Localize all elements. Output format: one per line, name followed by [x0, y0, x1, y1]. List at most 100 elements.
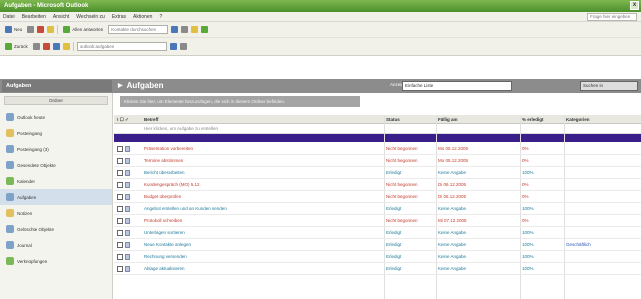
print-icon[interactable]	[27, 26, 35, 33]
folder-search-input[interactable]: Suchen in	[580, 81, 638, 91]
reply-all-button[interactable]: Allen antworten	[61, 25, 105, 35]
nav-item-journal[interactable]: Journal	[0, 237, 112, 253]
task-checkbox[interactable]	[117, 218, 123, 224]
task-row[interactable]: Unterlagen sortieren Erledigt Keine Angabe…	[114, 227, 641, 239]
task-percent-complete[interactable]: 100%	[522, 242, 564, 247]
task-subject[interactable]: Unterlagen sortieren	[144, 230, 382, 235]
task-status[interactable]: Erledigt	[386, 242, 436, 247]
task-percent-complete[interactable]: 100%	[522, 170, 564, 175]
address-field[interactable]: outlook:aufgaben	[76, 42, 167, 51]
menu-file[interactable]: Datei	[3, 14, 15, 20]
contact-search-input[interactable]: Kontakte durchsuchen	[108, 25, 169, 34]
column-due[interactable]: Fällig am	[438, 117, 458, 122]
address-book-icon[interactable]	[171, 26, 179, 33]
column-percent[interactable]: % erledigt	[522, 117, 544, 122]
task-subject[interactable]: Angebot erstellen und an Kunden senden	[144, 206, 382, 211]
task-status[interactable]: Nicht begonnen	[386, 182, 436, 187]
task-percent-complete[interactable]: 0%	[522, 182, 564, 187]
task-subject[interactable]: Rechnung versenden	[144, 254, 382, 259]
help-icon[interactable]	[201, 26, 209, 33]
task-subject[interactable]: Protokoll schreiben	[144, 218, 382, 223]
task-status[interactable]: Nicht begonnen	[386, 158, 436, 163]
task-due-date[interactable]: Keine Angabe	[438, 266, 518, 271]
nav-item-inbox[interactable]: Posteingang	[0, 125, 112, 141]
task-checkbox[interactable]	[117, 230, 123, 236]
stop-icon[interactable]	[42, 43, 50, 50]
menu-actions[interactable]: Aktionen	[133, 14, 152, 20]
task-status[interactable]: Nicht begonnen	[386, 146, 436, 151]
menu-edit[interactable]: Bearbeiten	[22, 14, 46, 20]
task-percent-complete[interactable]: 100%	[522, 254, 564, 259]
task-subject[interactable]: Präsentation vorbereiten	[144, 146, 382, 151]
nav-item-calendar[interactable]: Kalender	[0, 173, 112, 189]
nav-item-deleted[interactable]: Gelöschte Objekte	[0, 221, 112, 237]
nav-item-tasks[interactable]: Aufgaben	[0, 189, 112, 205]
task-row[interactable]: Bericht überarbeiten Erledigt Keine Angabe…	[114, 167, 641, 179]
task-percent-complete[interactable]: 0%	[522, 218, 564, 223]
task-categories[interactable]: Geschäftlich	[566, 242, 636, 247]
task-checkbox[interactable]	[117, 158, 123, 164]
home-icon[interactable]	[62, 43, 70, 50]
task-percent-complete[interactable]: 100%	[522, 266, 564, 271]
folder-section-header[interactable]: Ordner	[4, 96, 108, 105]
back-button[interactable]: Zurück	[3, 42, 30, 52]
task-subject[interactable]: Termine abstimmen	[144, 158, 382, 163]
menu-help[interactable]: ?	[159, 14, 162, 20]
task-subject[interactable]: Neue Kontakte anlegen	[144, 242, 382, 247]
task-due-date[interactable]: Keine Angabe	[438, 230, 518, 235]
view-filter-select[interactable]: Einfache Liste	[402, 81, 512, 91]
task-row[interactable]: Kundengespräch (MO) 5.12. Nicht begonnen D…	[114, 179, 641, 191]
task-due-date[interactable]: Keine Angabe	[438, 170, 518, 175]
new-task-input[interactable]: Hier klicken, um Aufgabe zu erstellen	[144, 125, 384, 133]
task-checkbox[interactable]	[117, 206, 123, 212]
task-status[interactable]: Nicht begonnen	[386, 218, 436, 223]
task-checkbox[interactable]	[117, 146, 123, 152]
options-icon[interactable]	[179, 43, 187, 50]
task-checkbox[interactable]	[117, 194, 123, 200]
task-subject[interactable]: Kundengespräch (MO) 5.12.	[144, 182, 382, 187]
task-row[interactable]: Ablage aktualisieren Erledigt Keine Angabe…	[114, 263, 641, 275]
task-due-date[interactable]: Keine Angabe	[438, 254, 518, 259]
task-due-date[interactable]: Keine Angabe	[438, 242, 518, 247]
task-due-date[interactable]: Keine Angabe	[438, 206, 518, 211]
nav-item-shortcuts[interactable]: Verknüpfungen	[0, 253, 112, 269]
menu-tools[interactable]: Extras	[112, 14, 126, 20]
forward-arrow-icon[interactable]	[32, 43, 40, 50]
refresh-icon[interactable]	[52, 43, 60, 50]
menu-go[interactable]: Wechseln zu	[76, 14, 105, 20]
nav-item-sent[interactable]: Gesendete Objekte	[0, 157, 112, 173]
task-checkbox[interactable]	[117, 182, 123, 188]
task-row[interactable]: Termine abstimmen Nicht begonnen Mo 05.12.…	[114, 155, 641, 167]
folder-title[interactable]: ▶ Aufgaben	[118, 80, 164, 92]
task-subject[interactable]: Budget überprüfen	[144, 194, 382, 199]
help-search-input[interactable]: Frage hier eingeben	[587, 13, 637, 21]
column-categories[interactable]: Kategorien	[566, 117, 590, 122]
task-status[interactable]: Erledigt	[386, 230, 436, 235]
task-row[interactable]: Neue Kontakte anlegen Erledigt Keine Angab…	[114, 239, 641, 251]
task-row[interactable]: Präsentation vorbereiten Nicht begonnen Mo…	[114, 143, 641, 155]
task-subject[interactable]: Ablage aktualisieren	[144, 266, 382, 271]
task-row[interactable]: Protokoll schreiben Nicht begonnen Mi 07.1…	[114, 215, 641, 227]
task-due-date[interactable]: Di 06.12.2005	[438, 182, 518, 187]
task-percent-complete[interactable]: 100%	[522, 230, 564, 235]
icon-column-header[interactable]: ! ☐ ✓	[117, 117, 129, 123]
task-status[interactable]: Nicht begonnen	[386, 194, 436, 199]
task-row[interactable]: Angebot erstellen und an Kunden senden Er…	[114, 203, 641, 215]
close-window-button[interactable]: x	[630, 1, 639, 10]
task-percent-complete[interactable]: 0%	[522, 146, 564, 151]
task-due-date[interactable]: Mo 05.12.2005	[438, 146, 518, 151]
task-status[interactable]: Erledigt	[386, 170, 436, 175]
organize-icon[interactable]	[191, 26, 199, 33]
task-due-date[interactable]: Mo 05.12.2005	[438, 158, 518, 163]
task-percent-complete[interactable]: 100%	[522, 206, 564, 211]
task-percent-complete[interactable]: 0%	[522, 158, 564, 163]
task-checkbox[interactable]	[117, 170, 123, 176]
task-checkbox[interactable]	[117, 266, 123, 272]
task-status[interactable]: Erledigt	[386, 266, 436, 271]
menu-view[interactable]: Ansicht	[53, 14, 69, 20]
task-due-date[interactable]: Mi 07.12.2005	[438, 218, 518, 223]
task-status[interactable]: Erledigt	[386, 206, 436, 211]
new-button[interactable]: Neu	[3, 25, 24, 35]
nav-item-notes[interactable]: Notizen	[0, 205, 112, 221]
move-icon[interactable]	[47, 26, 55, 33]
